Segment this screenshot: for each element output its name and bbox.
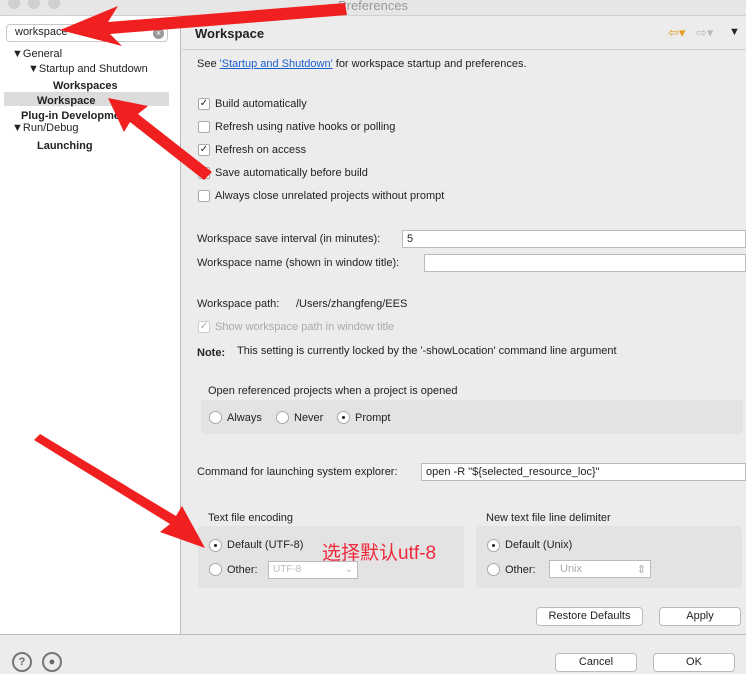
checkbox-label: Build automatically: [215, 98, 307, 110]
encoding-label: Text file encoding: [208, 512, 293, 524]
apply-button[interactable]: Apply: [659, 607, 741, 626]
tree-label: Startup and Shutdown: [38, 63, 148, 75]
radio-label: Default (UTF-8): [227, 539, 304, 551]
delimiter-default-radio[interactable]: [487, 539, 500, 552]
intro-pre: See: [197, 58, 220, 70]
checkbox-label: Save automatically before build: [215, 167, 368, 179]
radio-label: Other:: [505, 564, 536, 576]
workspace-name-input[interactable]: [424, 254, 746, 272]
clear-search-icon[interactable]: ×: [153, 28, 164, 39]
save-before-build-checkbox[interactable]: [198, 167, 210, 179]
dialog-footer: ? ● Cancel OK: [0, 634, 746, 674]
encoding-default-radio[interactable]: [209, 539, 222, 552]
tree-item-plugin-development[interactable]: Plug-in Development: [21, 110, 130, 122]
tree-item-run-debug[interactable]: ▼Run/Debug: [12, 122, 79, 134]
select-value: UTF-8: [273, 564, 302, 575]
note-text: This setting is currently locked by the …: [237, 345, 617, 357]
back-arrow-icon[interactable]: ⇦▾: [668, 25, 685, 41]
delimiter-select[interactable]: Unix ⇕: [549, 560, 651, 578]
radio-label: Prompt: [355, 412, 391, 424]
tree-label: Run/Debug: [22, 122, 79, 134]
ok-button[interactable]: OK: [653, 653, 735, 672]
show-path-label: Show workspace path in window title: [215, 321, 395, 333]
workspace-path-label: Workspace path:: [197, 298, 280, 310]
tree-item-general[interactable]: ▼General: [12, 48, 62, 60]
filter-input[interactable]: workspace: [6, 24, 168, 42]
workspace-name-label: Workspace name (shown in window title):: [197, 257, 400, 269]
refresh-on-access-checkbox[interactable]: ✓: [198, 144, 210, 156]
checkbox-label: Always close unrelated projects without …: [215, 190, 445, 202]
refresh-native-hooks-checkbox[interactable]: [198, 121, 210, 133]
sidebar: workspace × ▼General ▼Startup and Shutdo…: [0, 16, 181, 634]
always-radio[interactable]: [209, 411, 222, 424]
delimiter-group: [476, 526, 742, 588]
intro-post: for workspace startup and preferences.: [332, 58, 527, 70]
checkbox-label: Refresh using native hooks or polling: [215, 121, 396, 133]
explorer-label: Command for launching system explorer:: [197, 466, 398, 478]
workspace-path-value: /Users/zhangfeng/EES: [296, 298, 408, 310]
prompt-radio[interactable]: [337, 411, 350, 424]
page-header: Workspace ⇦▾ ⇨▾ ▼: [182, 16, 746, 50]
note-label: Note:: [197, 347, 226, 359]
select-value: Unix: [560, 563, 583, 575]
import-export-icon[interactable]: ●: [42, 652, 62, 672]
encoding-other-radio[interactable]: [209, 563, 222, 576]
forward-arrow-icon[interactable]: ⇨▾: [696, 25, 713, 41]
chevron-down-icon: ⌄: [344, 564, 353, 575]
save-interval-input[interactable]: 5: [402, 230, 746, 248]
tree-item-workspaces[interactable]: Workspaces: [53, 80, 118, 92]
explorer-command-input[interactable]: open -R "${selected_resource_loc}": [421, 463, 746, 481]
never-radio[interactable]: [276, 411, 289, 424]
annotation-text: 选择默认utf-8: [322, 543, 437, 564]
page-title: Workspace: [195, 26, 265, 41]
help-icon[interactable]: ?: [12, 652, 32, 672]
radio-label: Default (Unix): [505, 539, 573, 551]
updown-icon: ⇕: [636, 564, 646, 576]
intro-text: See 'Startup and Shutdown' for workspace…: [197, 58, 527, 70]
delimiter-label: New text file line delimiter: [486, 512, 611, 524]
restore-defaults-button[interactable]: Restore Defaults: [536, 607, 643, 626]
tree-label: General: [22, 48, 63, 60]
radio-label: Always: [227, 412, 262, 424]
radio-label: Other:: [227, 564, 258, 576]
save-interval-label: Workspace save interval (in minutes):: [197, 233, 381, 245]
view-menu-icon[interactable]: ▼: [729, 26, 740, 38]
tree-item-workspace[interactable]: Workspace: [37, 95, 96, 107]
tree-item-launching[interactable]: Launching: [37, 140, 93, 152]
startup-shutdown-link[interactable]: 'Startup and Shutdown': [220, 58, 333, 70]
radio-label: Never: [294, 412, 324, 424]
cancel-button[interactable]: Cancel: [555, 653, 637, 672]
tree-item-startup-shutdown[interactable]: ▼Startup and Shutdown: [28, 63, 148, 75]
build-automatically-checkbox[interactable]: ✓: [198, 98, 210, 110]
close-unrelated-checkbox[interactable]: [198, 190, 210, 202]
open-ref-label: Open referenced projects when a project …: [208, 385, 458, 397]
window-title: Preferences: [337, 0, 409, 13]
title-bar: Preferences: [0, 0, 746, 16]
show-path-checkbox[interactable]: ✓: [198, 321, 210, 333]
delimiter-other-radio[interactable]: [487, 563, 500, 576]
checkbox-label: Refresh on access: [215, 144, 307, 156]
